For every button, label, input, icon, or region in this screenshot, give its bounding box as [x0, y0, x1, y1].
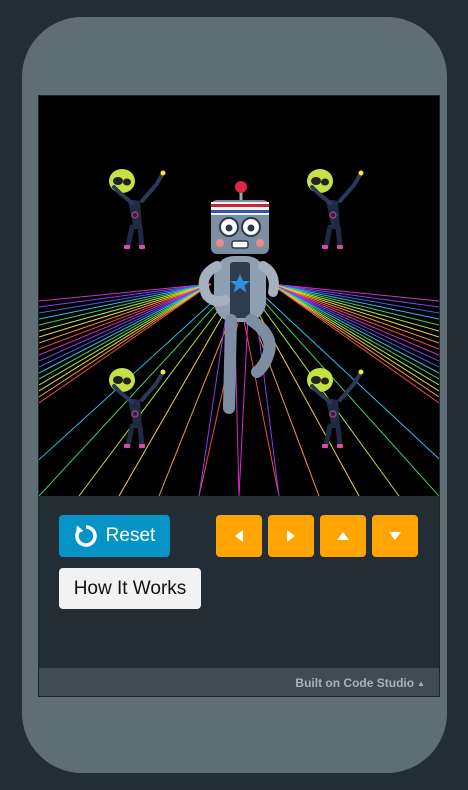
- game-stage[interactable]: [39, 96, 439, 496]
- alien-dancer: [109, 368, 166, 448]
- laser-line: [39, 283, 212, 350]
- caret-up-icon: ▲: [417, 679, 425, 688]
- laser-line: [39, 283, 212, 374]
- laser-line: [39, 283, 212, 356]
- down-arrow-button[interactable]: [372, 515, 418, 557]
- robot-dancer: [198, 181, 279, 414]
- arrow-left-icon: [235, 530, 243, 542]
- footer-bar: Built on Code Studio ▲: [39, 668, 439, 696]
- reset-icon: [74, 524, 98, 548]
- arrow-right-icon: [287, 530, 295, 542]
- alien-dancer: [307, 169, 364, 249]
- how-it-works-button[interactable]: How It Works: [59, 568, 201, 609]
- laser-line: [258, 295, 439, 496]
- stage-canvas: [39, 96, 439, 496]
- alien-dancer: [109, 169, 166, 249]
- laser-line: [39, 283, 212, 332]
- arrow-up-icon: [337, 532, 349, 540]
- right-arrow-button[interactable]: [268, 515, 314, 557]
- left-arrow-button[interactable]: [216, 515, 262, 557]
- laser-line: [78, 295, 230, 496]
- built-on-link[interactable]: Built on Code Studio ▲: [295, 676, 425, 690]
- app-screen: Reset How It Works Built on Code Studio ▲: [38, 95, 440, 697]
- laser-line: [263, 295, 439, 460]
- laser-line: [39, 295, 225, 496]
- reset-button[interactable]: Reset: [59, 515, 170, 557]
- laser-line: [270, 283, 439, 332]
- laser-line: [118, 295, 235, 496]
- how-it-works-label: How It Works: [73, 577, 187, 599]
- laser-line: [270, 283, 439, 356]
- built-on-label: Built on Code Studio: [295, 676, 415, 690]
- laser-line: [198, 295, 245, 496]
- arrow-down-icon: [389, 532, 401, 540]
- reset-label: Reset: [105, 525, 156, 546]
- laser-line: [238, 295, 250, 496]
- controls-panel: Reset How It Works: [39, 496, 439, 668]
- laser-line: [270, 283, 439, 326]
- up-arrow-button[interactable]: [320, 515, 366, 557]
- laser-line: [270, 283, 439, 350]
- laser-line: [270, 283, 439, 374]
- laser-line: [39, 283, 212, 326]
